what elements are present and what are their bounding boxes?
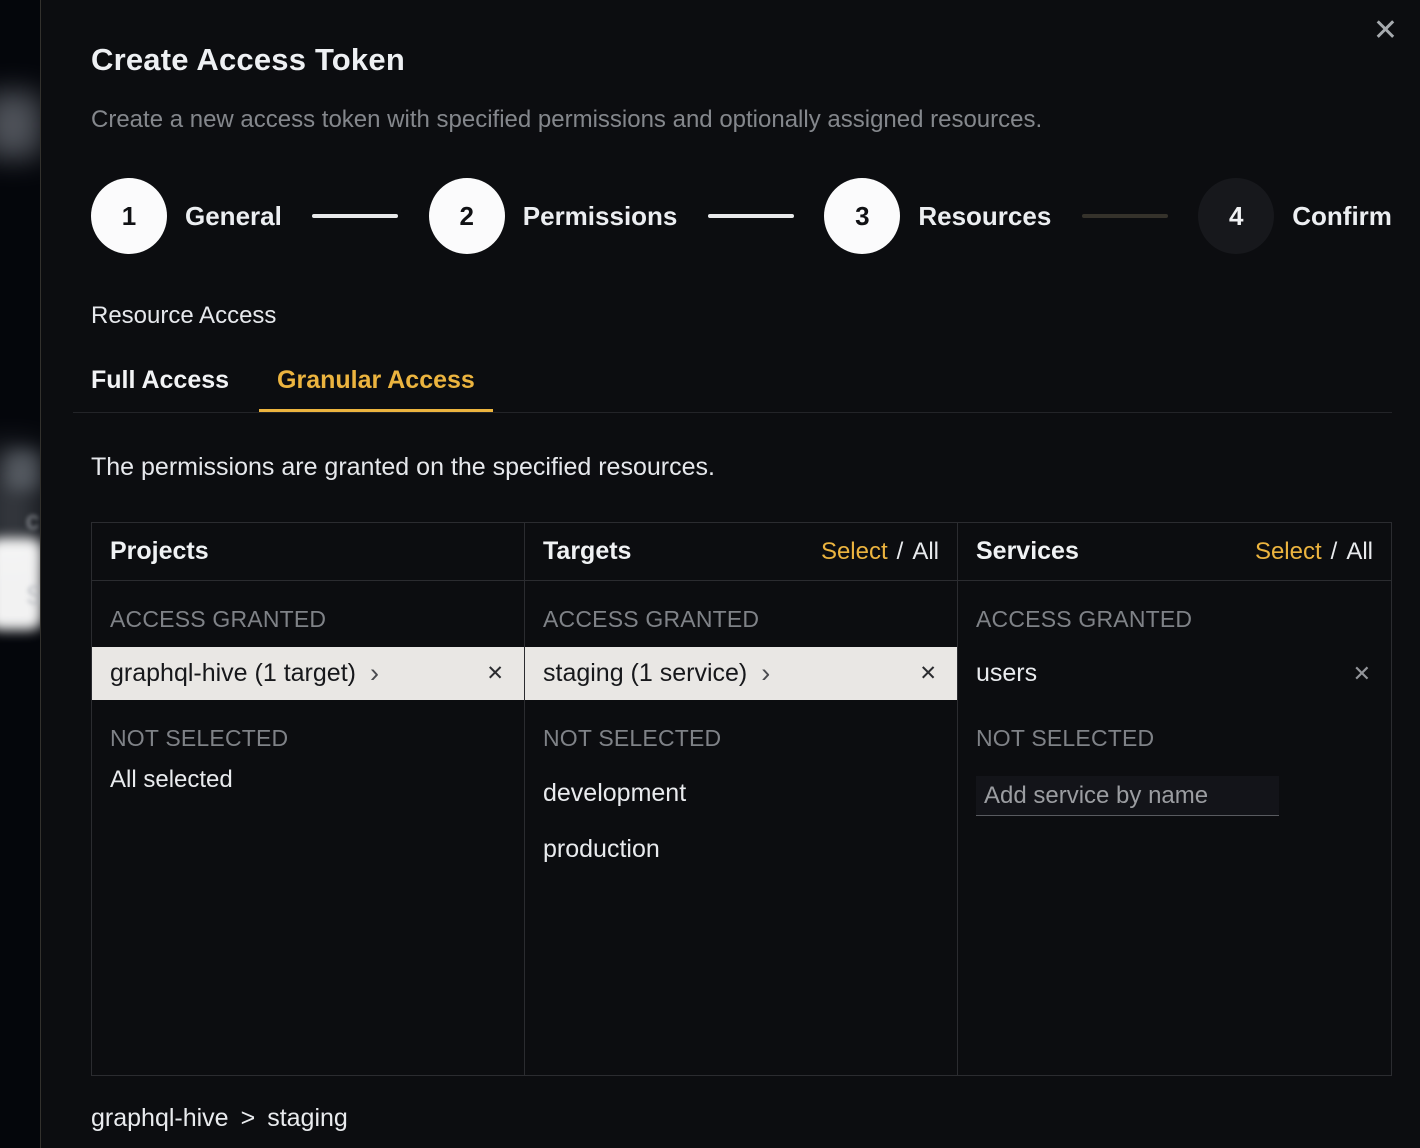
tabs: Full Access Granular Access [73,356,1392,413]
backdrop-blob [0,92,40,158]
granted-target-row[interactable]: staging (1 service) › ✕ [525,647,957,700]
step-number: 4 [1198,178,1274,254]
remove-project-button[interactable]: ✕ [484,659,506,688]
step-permissions[interactable]: 2 Permissions [429,178,678,254]
backdrop-text-fragment: c [26,505,39,536]
access-granted-label: ACCESS GRANTED [958,581,1391,633]
step-label: Permissions [523,201,678,232]
access-granted-label: ACCESS GRANTED [525,581,957,633]
page-backdrop: c S [0,0,40,1148]
create-access-token-modal: ✕ Create Access Token Create a new acces… [40,0,1420,1148]
add-service-input[interactable] [976,776,1279,816]
step-label: Confirm [1292,201,1392,232]
step-general[interactable]: 1 General [91,178,282,254]
modal-title: Create Access Token [91,42,1392,78]
link-separator: / [1331,538,1338,566]
projects-column-header: Projects [92,523,525,581]
step-confirm[interactable]: 4 Confirm [1198,178,1392,254]
screen: c S ✕ Create Access Token Create a new a… [0,0,1420,1148]
projects-column-body: ACCESS GRANTED graphql-hive (1 target) ›… [92,581,525,1075]
step-connector [708,214,794,218]
services-header-label: Services [976,537,1079,566]
remove-service-button[interactable]: ✕ [1351,659,1373,689]
services-column-header: Services Select / All [958,523,1391,581]
granted-target-label: staging (1 service) [543,659,747,688]
resource-access-description: The permissions are granted on the speci… [91,453,1392,482]
step-connector [312,214,398,218]
granted-service-label: users [976,659,1037,688]
target-option-development[interactable]: development [525,778,957,808]
breadcrumb-target: staging [267,1104,348,1133]
remove-icon: ✕ [486,662,504,685]
services-select-links: Select / All [1255,538,1373,566]
targets-select-all-link[interactable]: All [912,538,939,566]
services-column-body: ACCESS GRANTED users ✕ NOT SELECTED [958,581,1391,1075]
breadcrumb: graphql-hive > staging [91,1104,1392,1133]
targets-select-links: Select / All [821,538,939,566]
granted-project-row[interactable]: graphql-hive (1 target) › ✕ [92,647,524,700]
tab-full-access[interactable]: Full Access [73,356,247,412]
backdrop-text-fragment: S [26,580,40,611]
not-selected-label: NOT SELECTED [92,700,524,752]
granted-service-row[interactable]: users ✕ [958,647,1391,700]
breadcrumb-project: graphql-hive [91,1104,229,1133]
step-number: 2 [429,178,505,254]
modal-subtitle: Create a new access token with specified… [91,106,1392,134]
not-selected-label: NOT SELECTED [958,700,1391,752]
step-resources[interactable]: 3 Resources [824,178,1051,254]
resource-table: Projects Targets Select / All Services S… [91,522,1392,1076]
targets-header-label: Targets [543,537,631,566]
close-button[interactable]: ✕ [1367,10,1404,52]
tab-granular-access[interactable]: Granular Access [259,356,493,412]
close-icon: ✕ [1373,14,1398,47]
stepper: 1 General 2 Permissions 3 Resources 4 Co… [91,178,1392,254]
all-selected-note: All selected [92,766,524,794]
services-select-all-link[interactable]: All [1346,538,1373,566]
step-label: Resources [918,201,1051,232]
chevron-right-icon: › [370,660,379,687]
granted-project-label: graphql-hive (1 target) [110,659,356,688]
step-number: 1 [91,178,167,254]
targets-column-body: ACCESS GRANTED staging (1 service) › ✕ N… [525,581,958,1075]
not-selected-label: NOT SELECTED [525,700,957,752]
remove-target-button[interactable]: ✕ [917,659,939,688]
step-connector [1082,214,1168,218]
step-label: General [185,201,282,232]
breadcrumb-separator: > [241,1104,256,1133]
chevron-right-icon: › [761,660,770,687]
link-separator: / [897,538,904,566]
projects-header-label: Projects [110,537,209,566]
access-granted-label: ACCESS GRANTED [92,581,524,633]
resource-access-heading: Resource Access [91,302,1392,330]
target-option-production[interactable]: production [525,834,957,864]
remove-icon: ✕ [919,662,937,685]
remove-icon: ✕ [1353,661,1371,686]
step-number: 3 [824,178,900,254]
targets-select-link[interactable]: Select [821,538,888,566]
services-select-link[interactable]: Select [1255,538,1322,566]
targets-column-header: Targets Select / All [525,523,958,581]
